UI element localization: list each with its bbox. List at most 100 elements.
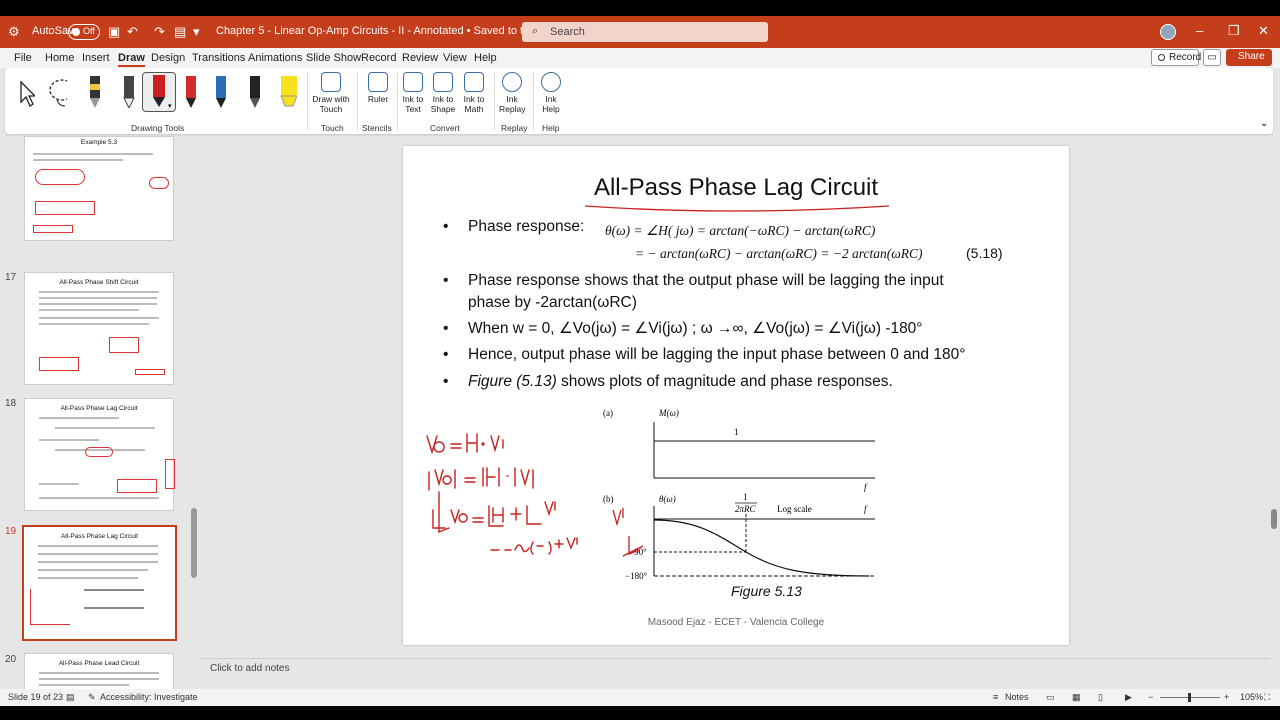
tab-home[interactable]: Home [45, 52, 74, 64]
notes-pane[interactable]: Click to add notes [200, 658, 1270, 676]
record-button[interactable]: Record [1151, 49, 1202, 66]
tab-insert[interactable]: Insert [82, 52, 110, 64]
undo-icon[interactable]: ↶ [127, 24, 138, 40]
ink-help-button[interactable]: Ink Help [539, 72, 563, 114]
touch-label: Touch [321, 123, 344, 133]
slide-thumbnail-pane: Example 5.3 17 All-Pass Phase Shift Circ… [0, 136, 190, 691]
app-logo-icon: ⚙ [8, 24, 20, 39]
zoom-out-icon[interactable]: − [1148, 692, 1153, 702]
touch-icon [321, 72, 341, 92]
autosave-toggle[interactable]: Off [68, 24, 100, 40]
powerpoint-window: ⚙ AutoSave Off ▣ ↶ ↷ ▤ ▾ Chapter 5 - Lin… [0, 16, 1280, 706]
slide-counter: Slide 19 of 23 [8, 692, 64, 702]
black-pen-icon[interactable] [245, 74, 265, 108]
ink-to-math-button[interactable]: Ink to Math [460, 72, 488, 114]
close-icon[interactable]: ✕ [1258, 23, 1269, 39]
help-icon [541, 72, 561, 92]
zoom-level[interactable]: 105% [1240, 692, 1263, 702]
slide-number: 18 [5, 398, 17, 409]
fig-label-a: (a) [603, 408, 613, 418]
share-button[interactable]: Share [1226, 49, 1272, 66]
new-slide-icon[interactable]: ▤ [174, 24, 186, 40]
tab-file[interactable]: File [14, 52, 32, 64]
tab-animations[interactable]: Animations [248, 52, 302, 64]
normal-view-icon[interactable]: ▭ [1046, 692, 1055, 703]
red-pen-selected[interactable]: ▾ [142, 72, 176, 112]
menu-bar: File Home Insert Draw Design Transitions… [0, 48, 1280, 68]
slide-canvas[interactable]: All-Pass Phase Lag Circuit • Phase respo… [403, 146, 1069, 645]
ink-to-shape-icon [433, 72, 453, 92]
thumbnail-slide-19[interactable]: All-Pass Phase Lag Circuit [22, 525, 177, 641]
zoom-slider-thumb[interactable] [1188, 693, 1191, 702]
lasso-select-icon[interactable] [47, 74, 67, 108]
ruler-label: Ruler [367, 94, 389, 104]
record-label: Record [1169, 52, 1202, 63]
bullet-text: shows plots of magnitude and phase respo… [556, 373, 893, 390]
tab-transitions[interactable]: Transitions [192, 52, 245, 64]
draw-with-touch-label: Draw with Touch [312, 94, 350, 114]
fig-magnitude-one: 1 [734, 427, 739, 437]
slide-sorter-icon[interactable]: ▦ [1072, 692, 1081, 703]
select-tool-icon[interactable] [15, 74, 35, 108]
tab-help[interactable]: Help [474, 52, 497, 64]
svg-text:▾: ▾ [168, 103, 172, 110]
collapse-ribbon-icon[interactable]: ⌄ [1260, 118, 1268, 129]
search-box[interactable]: ⌕ Search [522, 22, 768, 42]
tab-review[interactable]: Review [402, 52, 438, 64]
convert-label: Convert [430, 123, 460, 133]
save-icon[interactable]: ▣ [108, 24, 120, 40]
thumbnail-scrollbar[interactable] [191, 136, 197, 691]
tab-record[interactable]: Record [361, 52, 396, 64]
ink-to-text-button[interactable]: Ink to Text [401, 72, 425, 114]
pen-tool-icon[interactable] [85, 74, 105, 108]
document-title[interactable]: Chapter 5 - Linear Op-Amp Circuits - II … [216, 25, 556, 37]
pencil-tool-icon[interactable] [119, 74, 139, 108]
highlighter-icon[interactable] [277, 74, 297, 108]
zoom-in-icon[interactable]: + [1224, 692, 1229, 702]
draw-with-touch-button[interactable]: Draw with Touch [311, 72, 351, 114]
customize-toolbar-icon[interactable]: ▾ [193, 24, 200, 40]
red-pen-icon[interactable] [181, 74, 201, 108]
blue-pen-icon[interactable] [211, 74, 231, 108]
tab-slide-show[interactable]: Slide Show [306, 52, 361, 64]
thumbnail-slide-20[interactable]: All-Pass Phase Lead Circuit [24, 653, 174, 691]
editor-scrollbar[interactable] [1270, 136, 1278, 656]
ink-to-math-label: Ink to Math [463, 94, 485, 114]
thumbnail-slide-16[interactable]: Example 5.3 [24, 136, 174, 241]
fit-to-window-icon[interactable]: ⛶ [1264, 692, 1270, 703]
tab-view[interactable]: View [443, 52, 467, 64]
help-group-label: Help [542, 123, 560, 133]
tab-draw[interactable]: Draw [118, 52, 145, 67]
bullet-text: When w = 0, ∠Vo(jω) = ∠Vi(jω) ; ω →∞, ∠V… [468, 320, 923, 337]
ruler-button[interactable]: Ruler [363, 72, 393, 104]
notes-button[interactable]: Notes [1005, 692, 1029, 702]
redo-icon[interactable]: ↷ [154, 24, 165, 40]
title-bar: ⚙ AutoSave Off ▣ ↶ ↷ ▤ ▾ Chapter 5 - Lin… [0, 16, 1280, 48]
bullet-text: Phase response shows that the output pha… [468, 272, 944, 289]
accessibility-status[interactable]: Accessibility: Investigate [100, 692, 198, 702]
stencils-label: Stencils [362, 123, 392, 133]
avatar[interactable] [1160, 24, 1176, 40]
tab-design[interactable]: Design [151, 52, 185, 64]
restore-icon[interactable]: ❐ [1228, 23, 1240, 39]
slideshow-icon[interactable]: ▶ [1125, 692, 1132, 703]
equation-line-1: θ(ω) = ∠H( jω) = arctan(−ωRC) − arctan(ω… [605, 223, 876, 238]
thumbnail-title: All-Pass Phase Lag Circuit [60, 405, 138, 412]
ink-to-shape-button[interactable]: Ink to Shape [429, 72, 457, 114]
ink-replay-button[interactable]: Ink Replay [499, 72, 525, 114]
bullet-text: Phase response: [468, 218, 585, 235]
minimize-icon[interactable]: – [1196, 23, 1203, 38]
comments-button[interactable]: ▭ [1203, 49, 1221, 66]
figure-caption: Figure 5.13 [731, 583, 802, 599]
reading-view-icon[interactable]: ▯ [1098, 692, 1103, 703]
spelling-icon[interactable]: ▤ [66, 692, 75, 703]
replay-label: Replay [501, 123, 528, 133]
thumbnail-slide-17[interactable]: All-Pass Phase Shift Circuit [24, 272, 174, 385]
ruler-icon [368, 72, 388, 92]
thumbnail-title: All-Pass Phase Lead Circuit [58, 660, 140, 667]
fig-m180: −180° [625, 571, 648, 581]
bullet-text: phase by -2arctan(ωRC) [468, 294, 637, 311]
share-label: Share [1238, 51, 1265, 62]
ink-to-text-icon [403, 72, 423, 92]
thumbnail-slide-18[interactable]: All-Pass Phase Lag Circuit [24, 398, 175, 511]
